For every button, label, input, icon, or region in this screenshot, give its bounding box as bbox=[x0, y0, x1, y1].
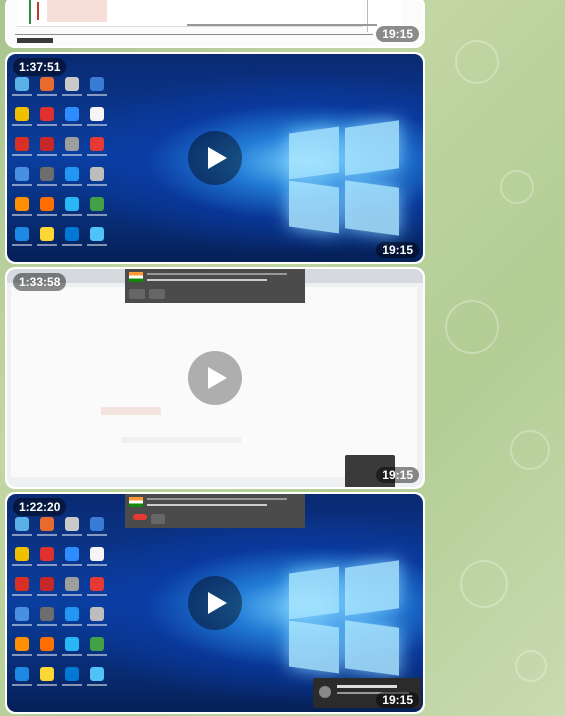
video-message[interactable]: 1:33:58 19:15 bbox=[5, 267, 425, 489]
video-time: 19:15 bbox=[376, 692, 419, 708]
video-thumbnail bbox=[7, 494, 423, 712]
windows-logo bbox=[289, 560, 399, 676]
video-message[interactable]: 1:37:51 19:15 bbox=[5, 52, 425, 264]
doodle-circle bbox=[445, 300, 499, 354]
play-button[interactable] bbox=[188, 576, 242, 630]
doodle-circle bbox=[460, 560, 508, 608]
doodle-circle bbox=[515, 650, 547, 682]
windows-logo bbox=[289, 120, 399, 236]
video-time: 19:15 bbox=[376, 467, 419, 483]
desktop-icons bbox=[11, 514, 111, 694]
video-thumbnail bbox=[7, 54, 423, 262]
doodle-circle bbox=[510, 430, 550, 470]
play-icon bbox=[208, 592, 227, 614]
call-toolbar bbox=[125, 494, 305, 528]
video-message[interactable]: 1:22:20 19:15 bbox=[5, 492, 425, 714]
play-button[interactable] bbox=[188, 351, 242, 405]
desktop-icons bbox=[11, 74, 111, 254]
video-time: 19:15 bbox=[376, 26, 419, 42]
video-duration-badge: 1:33:58 bbox=[13, 273, 67, 291]
call-toolbar bbox=[125, 269, 305, 303]
doodle-circle bbox=[500, 170, 534, 204]
play-icon bbox=[208, 147, 227, 169]
video-duration-badge: 1:22:20 bbox=[13, 498, 67, 516]
video-duration-badge: 1:37:51 bbox=[13, 58, 67, 76]
doodle-circle bbox=[455, 40, 499, 84]
video-message[interactable]: 19:15 bbox=[5, 0, 425, 48]
play-button[interactable] bbox=[188, 131, 242, 185]
video-thumbnail bbox=[7, 0, 423, 46]
play-icon bbox=[208, 367, 227, 389]
video-time: 19:15 bbox=[376, 242, 419, 258]
video-thumbnail bbox=[7, 269, 423, 487]
